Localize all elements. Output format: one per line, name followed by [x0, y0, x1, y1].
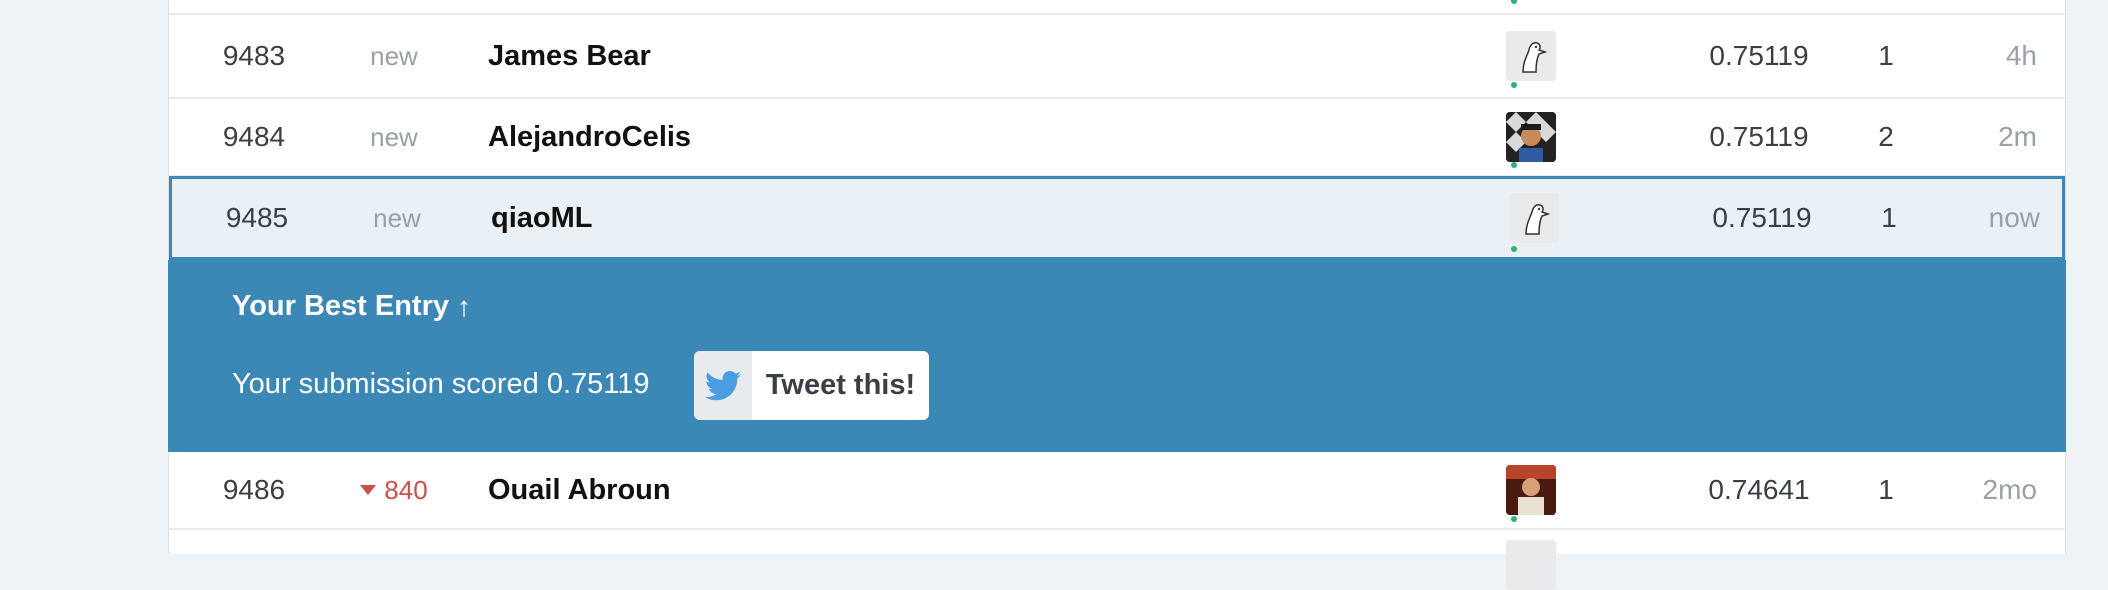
team-name[interactable]: James Bear	[488, 15, 651, 97]
rank-change-cell: new	[373, 202, 421, 233]
rank-change-value: 840	[384, 474, 428, 505]
rank-cell: 9485	[225, 202, 289, 233]
score-cell: 0.74641	[1708, 474, 1810, 505]
best-entry-title-text: Your Best Entry	[232, 290, 450, 322]
rank-cell: 9483	[222, 40, 286, 71]
last-submission-cell: now	[1988, 202, 2040, 233]
best-entry-title: Your Best Entry ↑	[232, 290, 471, 323]
entries-cell: 1	[1878, 474, 1894, 505]
twitter-bird-icon	[694, 351, 752, 420]
score-cell: 0.75119	[1709, 40, 1809, 71]
entries-cell: 2	[1878, 121, 1894, 152]
tweet-button-label: Tweet this!	[765, 369, 916, 401]
online-status-dot	[1511, 82, 1517, 88]
best-entry-banner: Your Best Entry ↑ Your submission scored…	[168, 260, 2066, 452]
last-submission-cell: 2m	[1998, 121, 2037, 152]
duck-avatar-icon[interactable]	[1506, 540, 1556, 590]
entries-cell: 1	[1881, 202, 1897, 233]
team-name[interactable]: AlejandroCelis	[488, 99, 691, 175]
score-cell: 0.75119	[1712, 202, 1812, 233]
table-row[interactable]	[169, 530, 2065, 590]
online-status-dot	[1511, 162, 1517, 168]
arrow-up-icon: ↑	[457, 290, 472, 322]
table-row[interactable]: 9484 new AlejandroCelis 0.75119 2 2m	[169, 99, 2065, 177]
rank-cell: 9484	[222, 121, 286, 152]
rank-change-cell: new	[370, 40, 418, 71]
user-photo-avatar[interactable]	[1506, 465, 1556, 515]
team-members	[1508, 179, 1560, 257]
entries-cell: 1	[1878, 40, 1894, 71]
table-row[interactable]: 9486 840 Ouail Abroun 0.74641 1 2mo	[169, 452, 2065, 530]
rank-change-cell: new	[370, 121, 418, 152]
online-status-dot	[1511, 246, 1517, 252]
rank-change-cell: 840	[329, 452, 459, 528]
duck-avatar-icon[interactable]	[1506, 31, 1556, 81]
last-submission-cell: 2mo	[1982, 474, 2037, 505]
my-team-row[interactable]: 9485 new qiaoML 0.75119 1 now	[169, 176, 2065, 260]
tweet-button[interactable]: Tweet this!	[694, 351, 929, 420]
rank-cell: 9486	[222, 474, 286, 505]
team-members	[1505, 530, 1557, 590]
user-photo-avatar[interactable]	[1506, 112, 1556, 162]
table-row[interactable]: 9483 new James Bear 0.75119 1 4h	[169, 15, 2065, 99]
score-cell: 0.75119	[1709, 121, 1809, 152]
last-submission-cell: 4h	[2005, 40, 2037, 71]
table-row[interactable]	[169, 0, 2065, 15]
team-name[interactable]: Ouail Abroun	[488, 452, 671, 528]
online-status-dot	[1511, 516, 1517, 522]
team-name[interactable]: qiaoML	[491, 179, 593, 257]
duck-avatar-icon[interactable]	[1509, 193, 1559, 243]
triangle-down-icon	[360, 485, 377, 495]
online-status-dot	[1511, 0, 1517, 4]
submission-score-text: Your submission scored 0.75119	[232, 368, 650, 400]
